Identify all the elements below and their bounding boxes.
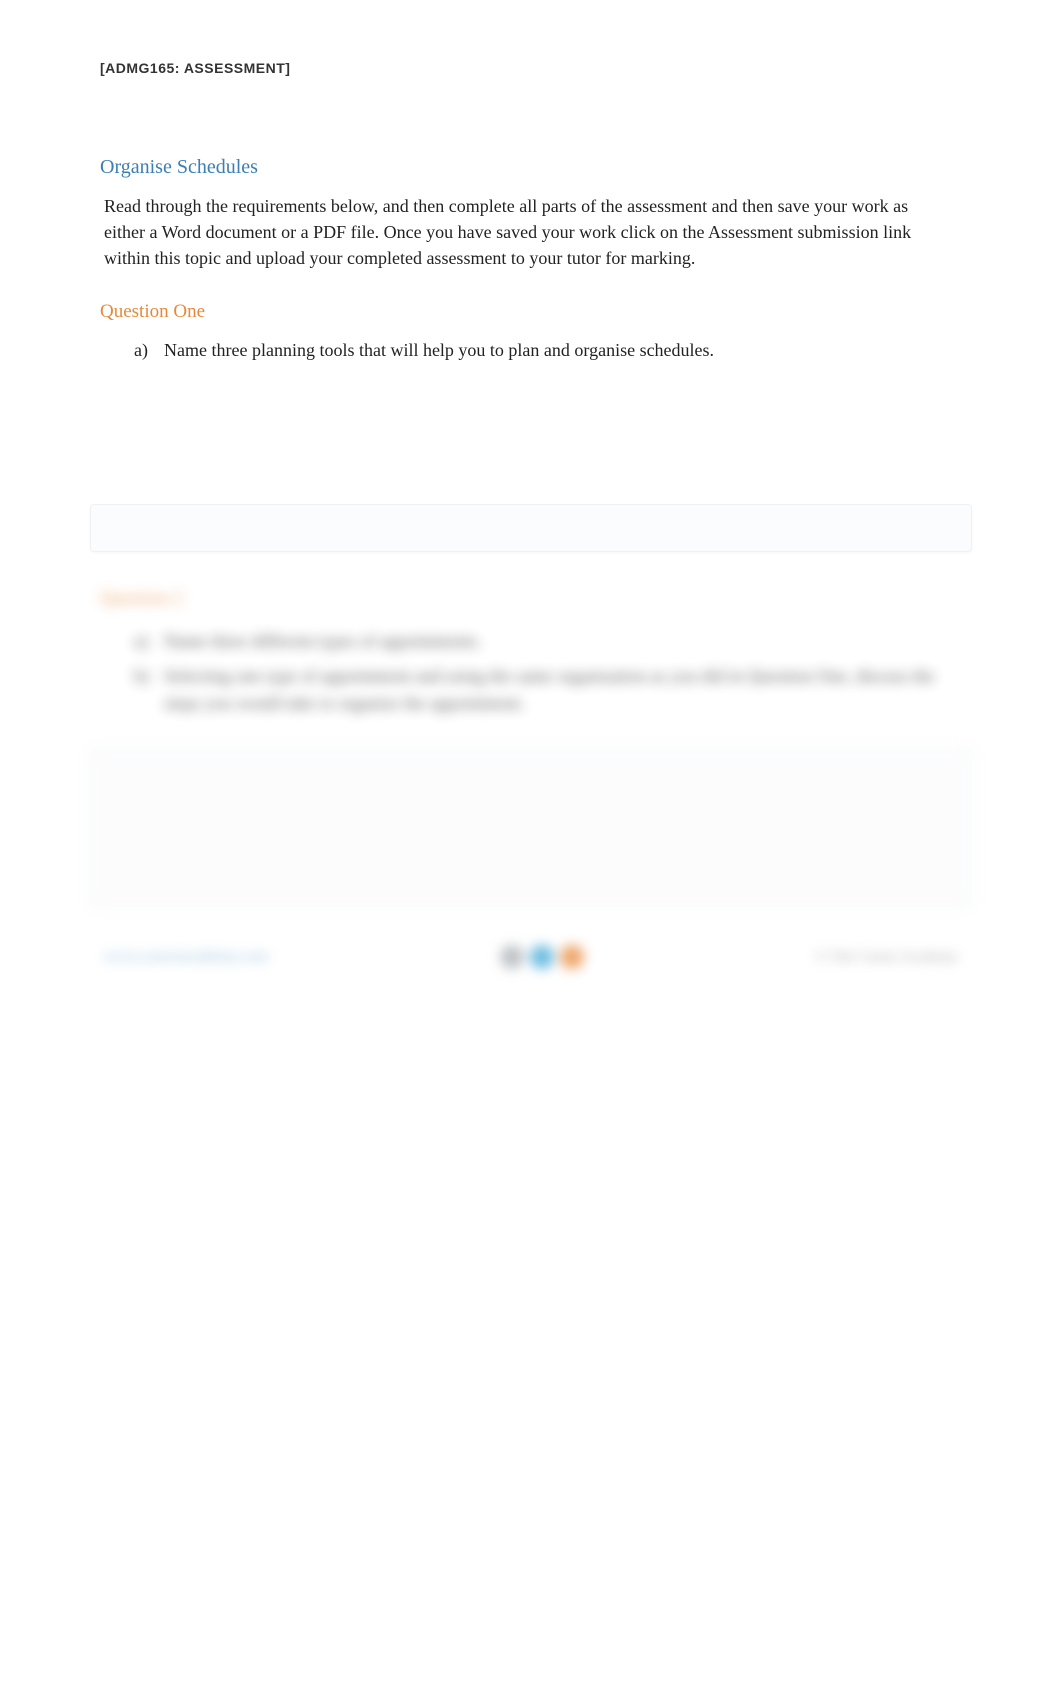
dot-blue-icon bbox=[530, 945, 554, 969]
section-title: Organise Schedules bbox=[100, 156, 962, 179]
question-two-list: a) Name three different types of appoint… bbox=[100, 628, 962, 717]
question-text: Selecting one type of appointment and us… bbox=[164, 663, 962, 717]
question-one-item-a: a) Name three planning tools that will h… bbox=[134, 337, 962, 364]
answer-box-q1[interactable] bbox=[90, 504, 972, 552]
footer-dots-icon bbox=[500, 945, 584, 969]
question-one-heading: Question One bbox=[100, 301, 962, 323]
question-marker: a) bbox=[134, 628, 164, 655]
page-footer: www.careeracademy.com © The Career Acade… bbox=[100, 945, 962, 969]
dot-grey-icon bbox=[500, 945, 524, 969]
dot-orange-icon bbox=[560, 945, 584, 969]
instructions-text: Read through the requirements below, and… bbox=[100, 193, 962, 271]
question-one-list: a) Name three planning tools that will h… bbox=[100, 337, 962, 364]
document-header: [ADMG165: ASSESSMENT] bbox=[100, 60, 962, 76]
blurred-preview: Question 2 a) Name three different types… bbox=[100, 588, 962, 969]
question-two-item-b: b) Selecting one type of appointment and… bbox=[134, 663, 962, 717]
footer-link[interactable]: www.careeracademy.com bbox=[104, 948, 268, 966]
footer-copyright: © The Career Academy bbox=[816, 949, 958, 966]
question-two-item-a: a) Name three different types of appoint… bbox=[134, 628, 962, 655]
question-two-heading: Question 2 bbox=[100, 588, 962, 610]
answer-box-q2 bbox=[90, 747, 972, 907]
question-text: Name three different types of appointmen… bbox=[164, 628, 962, 655]
question-marker: a) bbox=[134, 337, 164, 364]
question-marker: b) bbox=[134, 663, 164, 717]
question-text: Name three planning tools that will help… bbox=[164, 337, 962, 364]
